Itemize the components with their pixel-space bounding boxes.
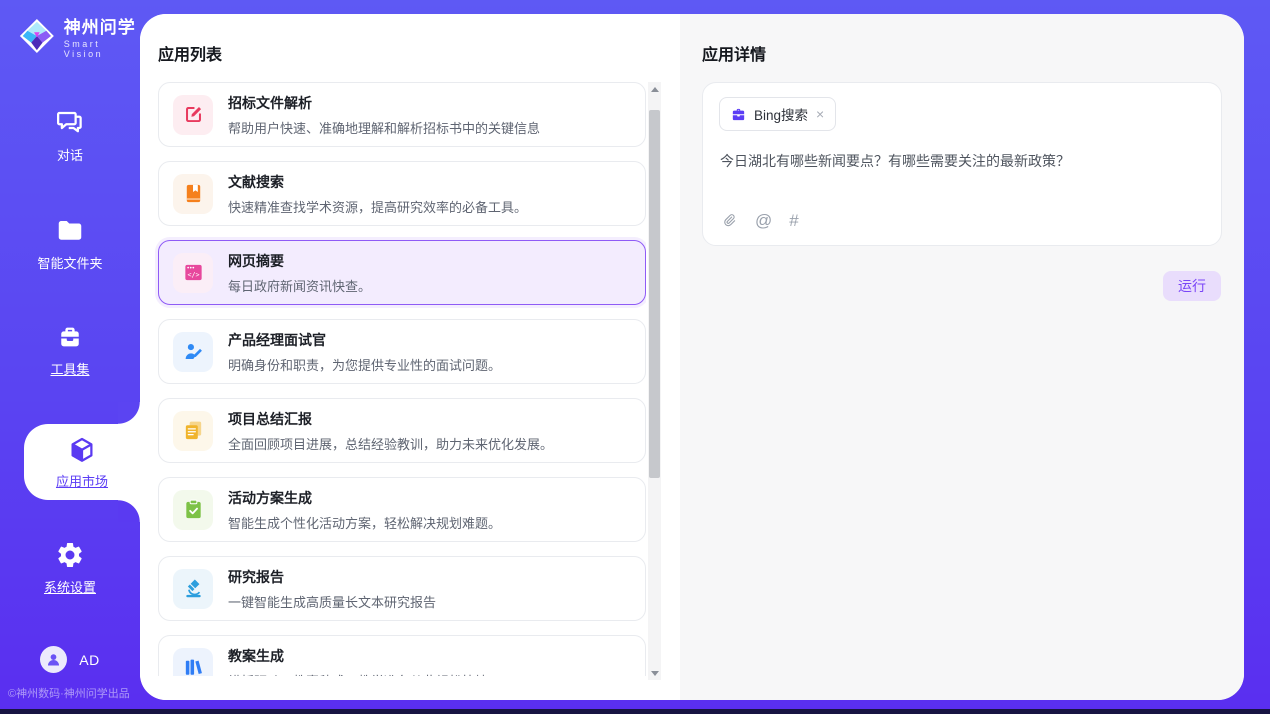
scrollbar[interactable] [648, 82, 661, 680]
user-account[interactable]: AD [0, 646, 140, 673]
main-content: 应用列表 招标文件解析 帮助用户快速、准确地理解和解析招标书中的关键信息 文献搜… [140, 14, 1244, 700]
brand-tagline: Smart Vision [64, 39, 140, 59]
app-text: 招标文件解析 帮助用户快速、准确地理解和解析招标书中的关键信息 [228, 93, 540, 137]
clipboard-check-icon [173, 490, 213, 530]
scroll-up-button[interactable] [648, 82, 661, 96]
app-text: 活动方案生成 智能生成个性化活动方案，轻松解决规划难题。 [228, 488, 501, 532]
microscope-icon [173, 569, 213, 609]
prompt-card: Bing搜索 × 今日湖北有哪些新闻要点？有哪些需要关注的最新政策？ @ # [702, 82, 1222, 246]
sidebar-item-label: 应用市场 [56, 471, 108, 490]
mention-icon[interactable]: @ [755, 212, 772, 229]
app-list: 招标文件解析 帮助用户快速、准确地理解和解析招标书中的关键信息 文献搜索 快速精… [140, 68, 646, 676]
sidebar-item-label: 智能文件夹 [37, 253, 102, 272]
app-title: 产品经理面试官 [228, 330, 501, 350]
app-detail-panel: 应用详情 Bing搜索 × 今日湖北有哪些新闻要点？有哪些需要关注的最新政策？ … [680, 14, 1244, 700]
edit-square-icon [173, 95, 213, 135]
prompt-input[interactable]: 今日湖北有哪些新闻要点？有哪些需要关注的最新政策？ [720, 151, 1205, 171]
app-desc: 快速精准查找学术资源，提高研究效率的必备工具。 [228, 197, 527, 216]
sidebar-item-settings[interactable]: 系统设置 [0, 540, 140, 596]
sidebar-item-toolset[interactable]: 工具集 [0, 322, 140, 378]
app-desc: 一键智能生成高质量长文本研究报告 [228, 592, 436, 611]
book-icon [173, 174, 213, 214]
app-text: 文献搜索 快速精准查找学术资源，提高研究效率的必备工具。 [228, 172, 527, 216]
gem-diamond-icon [18, 16, 56, 56]
app-desc: 智能生成个性化活动方案，轻松解决规划难题。 [228, 513, 501, 532]
copyright-text: ©神州数码·神州问学出品 [8, 685, 130, 701]
sidebar-item-label: 对话 [57, 145, 83, 164]
user-initials: AD [79, 652, 99, 668]
scroll-down-button[interactable] [648, 666, 661, 680]
app-desc: 明确身份和职责，为您提供专业性的面试问题。 [228, 355, 501, 374]
app-list-panel: 应用列表 招标文件解析 帮助用户快速、准确地理解和解析招标书中的关键信息 文献搜… [140, 14, 680, 700]
app-title: 招标文件解析 [228, 93, 540, 113]
app-list-item[interactable]: 研究报告 一键智能生成高质量长文本研究报告 [158, 556, 646, 621]
app-desc: 全面回顾项目进展，总结经验教训，助力未来优化发展。 [228, 434, 553, 453]
app-list-item[interactable]: 教案生成 模板驱动，教案秒成，教学准备从此轻松快捷 [158, 635, 646, 676]
app-list-item[interactable]: 招标文件解析 帮助用户快速、准确地理解和解析招标书中的关键信息 [158, 82, 646, 147]
app-text: 网页摘要 每日政府新闻资讯快查。 [228, 251, 371, 295]
window-bottom-edge [0, 709, 1270, 714]
svg-text:</>: </> [187, 271, 199, 279]
triangle-down-icon [651, 671, 659, 676]
scrollbar-thumb[interactable] [649, 110, 660, 478]
triangle-up-icon [651, 87, 659, 92]
app-title: 项目总结汇报 [228, 409, 553, 429]
brand: 神州问学 Smart Vision [18, 13, 140, 59]
app-list-item[interactable]: 活动方案生成 智能生成个性化活动方案，轻松解决规划难题。 [158, 477, 646, 542]
app-desc: 模板驱动，教案秒成，教学准备从此轻松快捷 [228, 671, 488, 677]
app-list-item[interactable]: </> 网页摘要 每日政府新闻资讯快查。 [158, 240, 646, 305]
app-list-item[interactable]: 产品经理面试官 明确身份和职责，为您提供专业性的面试问题。 [158, 319, 646, 384]
sidebar-item-app-market[interactable]: 应用市场 [24, 424, 140, 500]
app-desc: 帮助用户快速、准确地理解和解析招标书中的关键信息 [228, 118, 540, 137]
sidebar-item-chat[interactable]: 对话 [0, 108, 140, 164]
sidebar-item-label: 工具集 [50, 359, 89, 378]
app-list-item[interactable]: 项目总结汇报 全面回顾项目进展，总结经验教训，助力未来优化发展。 [158, 398, 646, 463]
tool-chip-label: Bing搜索 [754, 104, 808, 124]
sidebar-item-label: 系统设置 [44, 577, 96, 596]
cube-icon [67, 435, 97, 465]
app-title: 文献搜索 [228, 172, 527, 192]
browser-code-icon: </> [173, 253, 213, 293]
app-title: 研究报告 [228, 567, 436, 587]
attach-icon[interactable] [720, 211, 738, 229]
person-icon [44, 650, 63, 669]
hashtag-icon[interactable]: # [789, 212, 798, 229]
folder-icon [55, 216, 85, 246]
run-button[interactable]: 运行 [1163, 271, 1221, 301]
app-text: 项目总结汇报 全面回顾项目进展，总结经验教训，助力未来优化发展。 [228, 409, 553, 453]
app-title: 网页摘要 [228, 251, 371, 271]
app-title: 活动方案生成 [228, 488, 501, 508]
chat-icon [55, 108, 85, 138]
books-icon [173, 648, 213, 677]
attachment-toolbar: @ # [720, 211, 799, 229]
gear-icon [55, 540, 85, 570]
app-list-title: 应用列表 [158, 41, 222, 65]
app-text: 教案生成 模板驱动，教案秒成，教学准备从此轻松快捷 [228, 646, 488, 677]
avatar [40, 646, 67, 673]
app-list-item[interactable]: 文献搜索 快速精准查找学术资源，提高研究效率的必备工具。 [158, 161, 646, 226]
sidebar: 神州问学 Smart Vision 对话 智能文件夹 工具集 [0, 0, 140, 709]
app-text: 产品经理面试官 明确身份和职责，为您提供专业性的面试问题。 [228, 330, 501, 374]
app-detail-title: 应用详情 [702, 41, 766, 65]
interviewer-icon [173, 332, 213, 372]
notes-icon [173, 411, 213, 451]
close-icon[interactable]: × [815, 107, 825, 121]
app-title: 教案生成 [228, 646, 488, 666]
app-text: 研究报告 一键智能生成高质量长文本研究报告 [228, 567, 436, 611]
toolbox-icon [55, 322, 85, 352]
tool-chip-bing-search[interactable]: Bing搜索 × [719, 97, 836, 131]
app-desc: 每日政府新闻资讯快查。 [228, 276, 371, 295]
brand-name: 神州问学 [64, 13, 140, 38]
briefcase-icon [730, 106, 747, 123]
sidebar-item-smart-folder[interactable]: 智能文件夹 [0, 216, 140, 272]
